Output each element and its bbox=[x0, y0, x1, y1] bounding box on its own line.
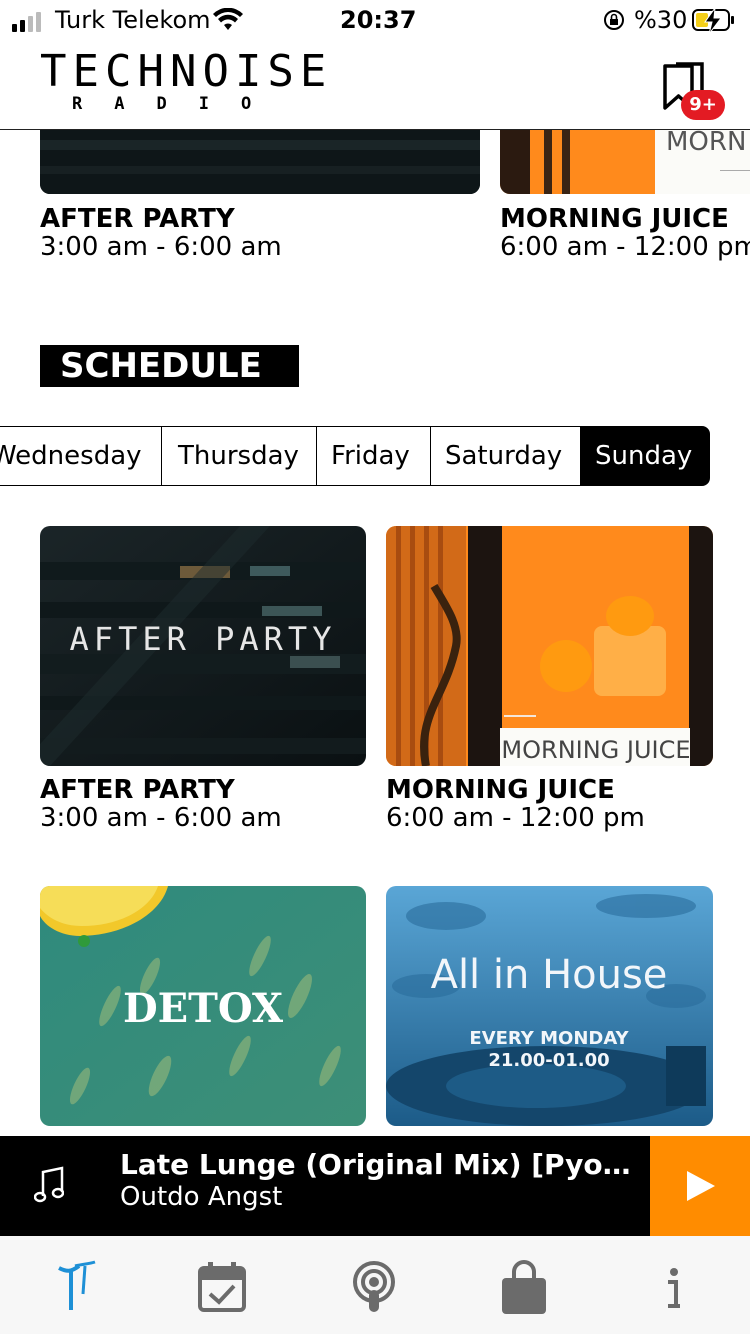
all-in-house-art-sub2: 21.00-01.00 bbox=[488, 1050, 609, 1071]
app-header: TECHNOISE RADIO 9+ bbox=[0, 44, 750, 130]
play-button[interactable] bbox=[650, 1136, 750, 1236]
show-card-morning-juice[interactable]: MORNING JUICE bbox=[386, 526, 713, 766]
morning-juice-artwork: MORNING JUICE bbox=[386, 526, 713, 766]
show-title: MORNING JUICE bbox=[386, 775, 615, 805]
show-card-detox[interactable]: DETOX bbox=[40, 886, 366, 1126]
podcast-tab-icon[interactable] bbox=[344, 1258, 404, 1318]
all-in-house-art-sub1: EVERY MONDAY bbox=[469, 1028, 629, 1049]
tab-sunday[interactable]: Sunday bbox=[580, 426, 710, 486]
carrier-name: Turk Telekom bbox=[55, 6, 211, 34]
notification-badge: 9+ bbox=[681, 90, 725, 120]
logo-title: TECHNOISE bbox=[40, 46, 333, 97]
tab-friday[interactable]: Friday bbox=[316, 426, 431, 486]
tab-saturday[interactable]: Saturday bbox=[430, 426, 581, 486]
schedule-heading: SCHEDULE bbox=[40, 345, 299, 387]
day-tabs: Wednesday Thursday Friday Saturday Sunda… bbox=[0, 426, 750, 486]
after-party-art-text: AFTER PARTY bbox=[70, 620, 337, 658]
detox-art-text: DETOX bbox=[123, 985, 283, 1032]
status-time: 20:37 bbox=[340, 6, 417, 34]
shop-bag-tab-icon[interactable] bbox=[494, 1258, 554, 1318]
now-playing-bar[interactable]: Late Lunge (Original Mix) [Pyoor... Outd… bbox=[0, 1136, 750, 1236]
all-in-house-art-title: All in House bbox=[431, 952, 668, 998]
logo-subtitle: RADIO bbox=[72, 94, 284, 114]
svg-text:MORN: MORN bbox=[666, 130, 746, 157]
top-show-time: 3:00 am - 6:00 am bbox=[40, 232, 282, 262]
top-card-after-party-image[interactable] bbox=[40, 130, 480, 194]
info-tab-icon[interactable] bbox=[644, 1258, 704, 1318]
bottom-tab-bar bbox=[0, 1236, 750, 1334]
top-show-title: AFTER PARTY bbox=[40, 204, 235, 234]
battery-icon bbox=[692, 8, 730, 34]
top-show-time: 6:00 am - 12:00 pm bbox=[500, 232, 750, 262]
top-show-title: MORNING JUICE bbox=[500, 204, 729, 234]
top-card-morning-juice-image[interactable]: MORN bbox=[500, 130, 750, 194]
calendar-tab-icon[interactable] bbox=[192, 1258, 252, 1318]
show-card-after-party[interactable]: AFTER PARTY bbox=[40, 526, 366, 766]
show-time: 6:00 am - 12:00 pm bbox=[386, 803, 645, 833]
tab-wednesday[interactable]: Wednesday bbox=[0, 426, 162, 486]
detox-artwork: DETOX bbox=[40, 886, 366, 1126]
morning-juice-art-text: MORNING JUICE bbox=[501, 736, 690, 764]
rotation-lock-icon bbox=[604, 10, 624, 30]
status-bar: Turk Telekom 20:37 %30 bbox=[0, 0, 750, 44]
home-tab-logo-icon[interactable] bbox=[45, 1258, 105, 1318]
after-party-artwork: AFTER PARTY bbox=[40, 526, 366, 766]
battery-percent: %30 bbox=[634, 6, 688, 34]
now-playing-artist: Outdo Angst bbox=[120, 1182, 283, 1212]
all-in-house-artwork: All in House EVERY MONDAY 21.00-01.00 bbox=[386, 886, 713, 1126]
show-card-all-in-house[interactable]: All in House EVERY MONDAY 21.00-01.00 bbox=[386, 886, 713, 1126]
play-icon bbox=[687, 1171, 715, 1201]
music-note-icon bbox=[34, 1166, 64, 1203]
show-time: 3:00 am - 6:00 am bbox=[40, 803, 282, 833]
show-title: AFTER PARTY bbox=[40, 775, 235, 805]
wifi-icon bbox=[213, 8, 243, 30]
signal-icon bbox=[12, 12, 41, 32]
now-playing-track: Late Lunge (Original Mix) [Pyoor... bbox=[120, 1148, 640, 1181]
tab-thursday[interactable]: Thursday bbox=[161, 426, 317, 486]
